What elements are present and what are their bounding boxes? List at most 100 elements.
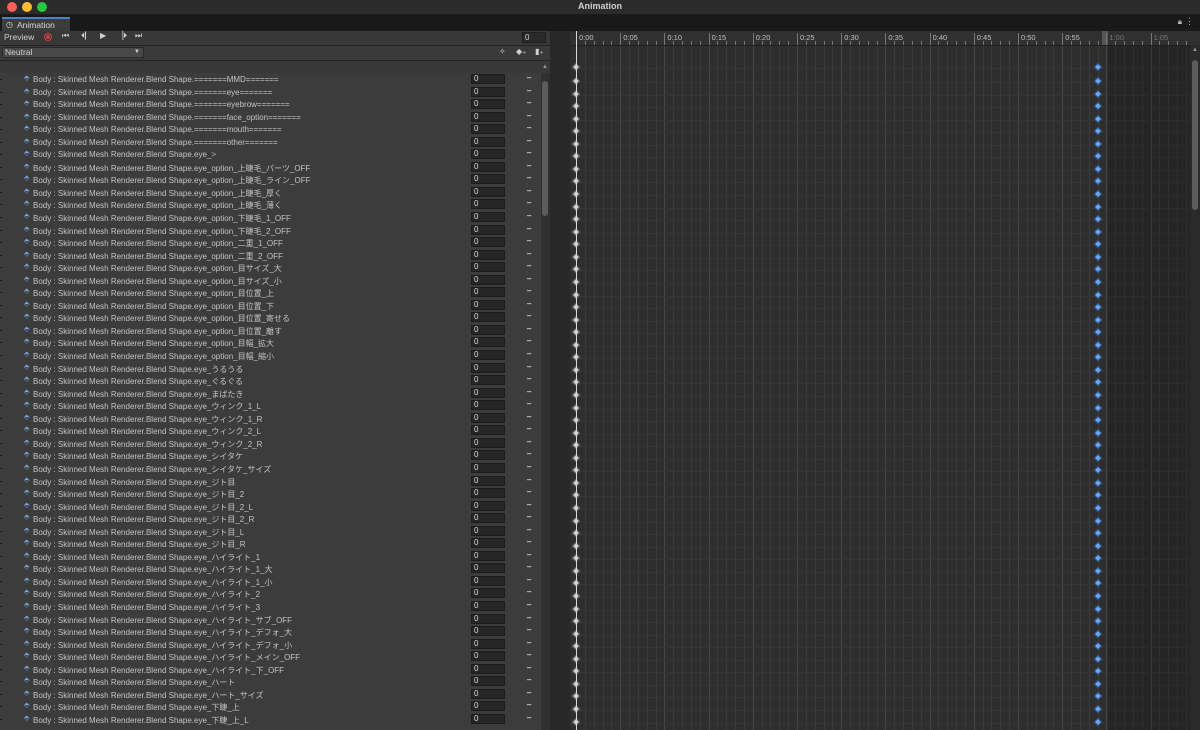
property-row[interactable]: ⬘ Body : Skinned Mesh Renderer.Blend Shap… [0, 625, 540, 638]
clip-dropdown[interactable]: Neutral ▼ [2, 47, 144, 58]
property-value-field[interactable]: 0 [471, 525, 505, 536]
keyframe-end[interactable] [1094, 491, 1103, 500]
keyframe-menu-icon[interactable]: ━ [527, 639, 531, 647]
keyframe-end[interactable] [1094, 202, 1103, 211]
property-value-field[interactable]: 0 [471, 588, 505, 599]
frame-input[interactable]: 0 [522, 32, 546, 43]
keyframe-menu-icon[interactable]: ━ [527, 388, 531, 396]
keyframe-end[interactable] [1094, 340, 1103, 349]
property-row[interactable]: ⬘ Body : Skinned Mesh Renderer.Blend Shap… [0, 525, 540, 538]
property-row[interactable]: ⬘ Body : Skinned Mesh Renderer.Blend Shap… [0, 462, 540, 475]
keyframe-menu-icon[interactable]: ━ [527, 187, 531, 195]
keyframe-end[interactable] [1094, 227, 1103, 236]
property-row[interactable]: ⬘ Body : Skinned Mesh Renderer.Blend Shap… [0, 173, 540, 186]
keyframe-menu-icon[interactable]: ━ [527, 450, 531, 458]
keyframe-menu-icon[interactable]: ━ [527, 400, 531, 408]
property-row[interactable]: ⬘ Body : Skinned Mesh Renderer.Blend Shap… [0, 575, 540, 588]
keyframe-end[interactable] [1094, 692, 1103, 701]
keyframe-end[interactable] [1094, 579, 1103, 588]
keyframe-end[interactable] [1094, 466, 1103, 475]
property-value-field[interactable]: 0 [471, 688, 505, 699]
keyframe-menu-icon[interactable]: ━ [527, 601, 531, 609]
filter-icon[interactable]: ▮₊ [535, 47, 544, 56]
property-row[interactable]: ⬘ Body : Skinned Mesh Renderer.Blend Shap… [0, 161, 540, 174]
keyframe-end[interactable] [1094, 126, 1103, 136]
keyframe-menu-icon[interactable]: ━ [527, 350, 531, 358]
keyframe-end[interactable] [1094, 453, 1103, 463]
dopesheet-grid[interactable] [570, 46, 1190, 730]
keyframe-end[interactable] [1094, 177, 1103, 186]
property-row[interactable]: ⬘ Body : Skinned Mesh Renderer.Blend Shap… [0, 663, 540, 676]
keyframe-end[interactable] [1094, 327, 1103, 337]
keyframe-menu-icon[interactable]: ━ [527, 576, 531, 584]
keyframe-end[interactable] [1094, 704, 1103, 714]
property-value-field[interactable]: 0 [471, 676, 505, 687]
keyframe-menu-icon[interactable]: ━ [527, 363, 531, 371]
dopesheet-scroll-thumb[interactable] [1192, 60, 1198, 210]
property-row[interactable]: ⬘ Body : Skinned Mesh Renderer.Blend Shap… [0, 399, 540, 412]
play-icon[interactable]: ▶ [100, 31, 106, 40]
property-row[interactable]: ⬘ Body : Skinned Mesh Renderer.Blend Shap… [0, 249, 540, 262]
property-row[interactable]: ⬘ Body : Skinned Mesh Renderer.Blend Shap… [0, 148, 540, 161]
keyframe-menu-icon[interactable]: ━ [527, 337, 531, 345]
record-button[interactable] [44, 33, 52, 41]
property-value-field[interactable]: 0 [471, 412, 505, 423]
property-value-field[interactable]: 0 [471, 488, 505, 499]
property-row[interactable]: ⬘ Body : Skinned Mesh Renderer.Blend Shap… [0, 274, 540, 287]
property-row[interactable]: ⬘ Body : Skinned Mesh Renderer.Blend Shap… [0, 324, 540, 337]
keyframe-menu-icon[interactable]: ━ [527, 714, 531, 722]
keyframe-end[interactable] [1094, 189, 1103, 199]
time-ruler[interactable]: 0:00 0:05 0:10 0:15 0:20 0:25 0:30 0:35 0:40 0:45… [570, 31, 1200, 46]
property-value-field[interactable]: 0 [471, 425, 505, 436]
tab-animation[interactable]: ◷ Animation [2, 17, 70, 31]
prev-key-icon[interactable]: ⏴︎▏ [81, 31, 93, 41]
keyframe-end[interactable] [1094, 302, 1103, 312]
last-key-icon[interactable]: ⏭ [135, 31, 142, 41]
keyframe-menu-icon[interactable]: ━ [527, 174, 531, 182]
property-value-field[interactable]: 0 [471, 626, 505, 637]
property-value-field[interactable]: 0 [471, 99, 505, 110]
property-value-field[interactable]: 0 [471, 613, 505, 624]
keyframe-end[interactable] [1094, 378, 1103, 387]
keyframe-menu-icon[interactable]: ━ [527, 438, 531, 446]
keyframe-menu-icon[interactable]: ━ [527, 538, 531, 546]
property-row[interactable]: ⬘ Body : Skinned Mesh Renderer.Blend Shap… [0, 374, 540, 387]
keyframe-end[interactable] [1094, 152, 1103, 161]
keyframe-end[interactable] [1094, 89, 1103, 98]
add-keyframe-icon[interactable]: ✧ [499, 47, 506, 56]
property-value-field[interactable]: 0 [471, 387, 505, 398]
keyframe-end[interactable] [1094, 240, 1103, 249]
keyframe-menu-icon[interactable]: ━ [527, 300, 531, 308]
keyframe-end[interactable] [1094, 390, 1103, 400]
keyframe-menu-icon[interactable]: ━ [527, 513, 531, 521]
keyframe-menu-icon[interactable]: ━ [527, 526, 531, 534]
keyframe-end[interactable] [1094, 101, 1103, 111]
property-row[interactable]: ⬘ Body : Skinned Mesh Renderer.Blend Shap… [0, 198, 540, 211]
keyframe-end[interactable] [1094, 629, 1103, 638]
scroll-up-icon[interactable]: ▲ [542, 64, 548, 70]
property-value-field[interactable]: 0 [471, 663, 505, 674]
property-value-field[interactable]: 0 [471, 299, 505, 310]
keyframe-end[interactable] [1094, 415, 1103, 425]
property-scrollbar[interactable]: ▲ [541, 64, 550, 730]
keyframe-menu-icon[interactable]: ━ [527, 137, 531, 145]
keyframe-menu-icon[interactable]: ━ [527, 501, 531, 509]
keyframe-end[interactable] [1094, 667, 1103, 676]
time-cursor[interactable] [576, 31, 577, 730]
property-row[interactable]: ⬘ Body : Skinned Mesh Renderer.Blend Shap… [0, 261, 540, 274]
keyframe-end[interactable] [1094, 641, 1103, 651]
keyframe-end[interactable] [1094, 62, 1103, 72]
keyframe-end[interactable] [1094, 554, 1103, 563]
keyframe-end[interactable] [1094, 428, 1103, 437]
property-value-field[interactable]: 0 [471, 563, 505, 574]
property-row[interactable]: ⬘ Body : Skinned Mesh Renderer.Blend Shap… [0, 650, 540, 663]
property-row[interactable]: ⬘ Body : Skinned Mesh Renderer.Blend Shap… [0, 123, 540, 136]
property-row[interactable]: ⬘ Body : Skinned Mesh Renderer.Blend Shap… [0, 437, 540, 450]
property-row[interactable]: ⬘ Body : Skinned Mesh Renderer.Blend Shap… [0, 675, 540, 688]
keyframe-menu-icon[interactable]: ━ [527, 162, 531, 170]
property-row[interactable]: ⬘ Body : Skinned Mesh Renderer.Blend Shap… [0, 550, 540, 563]
keyframe-menu-icon[interactable]: ━ [527, 701, 531, 709]
more-menu-icon[interactable]: ⋮ [1185, 16, 1194, 27]
property-value-field[interactable]: 0 [471, 362, 505, 373]
keyframe-menu-icon[interactable]: ━ [527, 488, 531, 496]
